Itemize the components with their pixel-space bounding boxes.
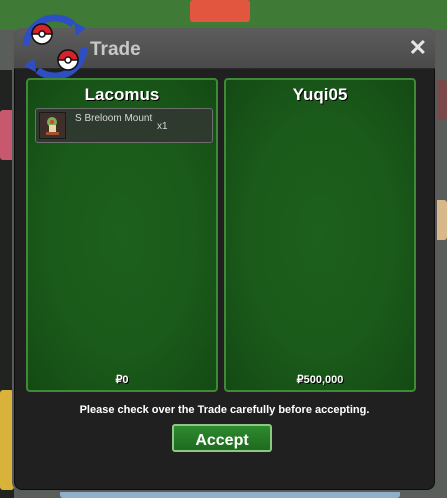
money-offer: ₽0 — [115, 374, 129, 386]
pokeball-icon — [31, 23, 53, 45]
offer-panel-lacomus: Lacomus S Breloom Mount x1 ₽0 — [26, 78, 218, 392]
trade-item-slot[interactable]: S Breloom Mount x1 — [35, 108, 213, 143]
item-quantity: x1 — [157, 121, 168, 132]
trader-name: Yuqi05 — [292, 85, 348, 104]
item-name: S Breloom Mount — [75, 113, 153, 124]
window-title: Trade — [90, 39, 141, 60]
flower-bed — [190, 0, 250, 22]
trade-window: Trade ✕ Lacomus S Breloom Mount x1 ₽0 Yu… — [12, 14, 437, 492]
money-offer: ₽500,000 — [296, 374, 344, 386]
trader-name: Lacomus — [84, 85, 160, 104]
breloom-mount-icon — [39, 112, 66, 139]
offer-panel-yuqi05: Yuqi05 ₽500,000 — [224, 78, 416, 392]
trade-swap-icon — [22, 14, 88, 80]
pokeball-icon — [57, 49, 79, 71]
close-icon[interactable]: ✕ — [409, 37, 427, 59]
trade-notice: Please check over the Trade carefully be… — [79, 404, 370, 416]
accept-button[interactable]: Accept — [172, 424, 272, 452]
